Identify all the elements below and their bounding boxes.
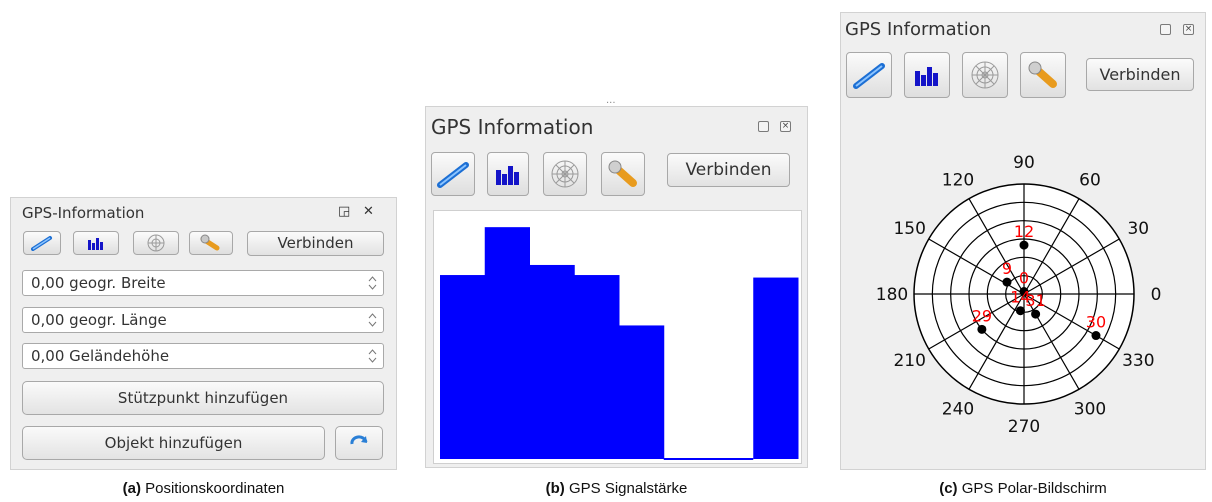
azimuth-label: 120 [942,171,974,191]
signal-strength-chart [440,227,799,460]
caption-b-letter: (b) [545,480,565,497]
azimuth-label: 0 [1151,285,1162,305]
satellite-dot [1015,306,1025,316]
polar-grid-icon [147,234,165,252]
add-vertex-button[interactable]: Stützpunkt hinzufügen [22,381,384,415]
connect-button[interactable]: Verbinden [667,153,790,187]
satellite-dot [977,324,987,334]
bar-chart-icon [496,166,519,185]
close-icon[interactable]: × [780,121,791,132]
reset-button[interactable] [335,426,383,460]
float-dock-icon[interactable] [758,121,769,132]
position-view-button[interactable] [431,152,475,196]
settings-view-button[interactable] [601,152,645,196]
wrench-icon [608,160,637,187]
azimuth-label: 270 [1008,417,1040,437]
longitude-value: 0,00 geogr. Länge [31,311,167,329]
signal-bar [529,264,575,459]
close-icon[interactable]: × [1183,24,1194,35]
satellite-id-label: 0 [1019,269,1029,288]
polar-grid-icon [551,160,579,188]
polar-grid-icon [971,61,999,89]
satellite-id-label: 12 [1014,222,1034,241]
satellite-id-label: 9 [1002,259,1012,278]
signal-view-button[interactable] [487,152,529,196]
caption-c: (c) GPS Polar-Bildschirm [840,480,1206,497]
panel-title: GPS Information [431,115,594,139]
signal-bar [753,277,799,459]
caption-c-text: GPS Polar-Bildschirm [961,480,1107,497]
polar-view-button[interactable] [962,52,1008,98]
gps-panel-signal: GPS Information × Verbinden [425,106,808,468]
close-icon[interactable]: ✕ [363,204,374,219]
pencil-icon [437,162,469,188]
signal-view-button[interactable] [73,231,119,255]
connect-button[interactable]: Verbinden [1086,58,1194,91]
azimuth-label: 60 [1079,171,1101,191]
signal-bar [484,227,530,459]
azimuth-label: 30 [1127,219,1149,239]
polar-view-button[interactable] [543,152,587,196]
add-feature-button[interactable]: Objekt hinzufügen [22,426,325,460]
azimuth-label: 90 [1013,153,1035,173]
satellite-id-label: 31 [1025,291,1045,310]
connect-button[interactable]: Verbinden [247,231,384,256]
signal-view-button[interactable] [904,52,950,98]
satellite-id-label: 29 [972,306,992,325]
azimuth-label: 330 [1122,351,1154,371]
latitude-value: 0,00 geogr. Breite [31,274,166,292]
caption-a-letter: (a) [122,480,141,497]
azimuth-label: 300 [1074,399,1106,419]
latitude-field[interactable]: 0,00 geogr. Breite [22,270,384,296]
caption-b-text: GPS Signalstärke [568,480,688,497]
settings-view-button[interactable] [1020,52,1066,98]
azimuth-label: 150 [893,219,925,239]
longitude-field[interactable]: 0,00 geogr. Länge [22,307,384,333]
refresh-icon [350,435,368,445]
wrench-icon [1028,61,1057,88]
spinner-arrows-icon[interactable] [368,311,377,329]
elevation-field[interactable]: 0,00 Geländehöhe [22,343,384,369]
pencil-icon [31,236,52,251]
panel-title: GPS Information [845,19,992,40]
settings-view-button[interactable] [189,231,233,255]
signal-bar [440,275,486,459]
azimuth-label: 240 [942,399,974,419]
azimuth-label: 210 [893,351,925,371]
satellite-dot [1091,331,1101,341]
gps-panel-polar: GPS Information × Verbinden 0 30 60 90 120 15… [840,12,1206,470]
caption-c-letter: (c) [939,480,958,497]
position-view-button[interactable] [846,52,892,98]
signal-chart-area [433,210,802,464]
satellite-dot [1002,277,1012,287]
satellite-id-label: 30 [1086,313,1106,332]
caption-a: (a) Positionskoordinaten [10,480,397,497]
signal-bar [574,275,620,459]
satellite-dot [1019,240,1029,250]
bar-chart-icon [88,238,103,250]
pencil-icon [853,63,885,89]
azimuth-label: 180 [876,285,908,305]
spinner-arrows-icon[interactable] [368,347,377,365]
satellite-dot [1031,309,1041,319]
satellite-polar-chart: 0306090120150180210240270300330129 014312… [876,153,1162,437]
signal-bar [619,325,665,459]
float-dock-icon[interactable]: ◲ [338,204,350,219]
float-dock-icon[interactable] [1160,24,1171,35]
spinner-arrows-icon[interactable] [368,274,377,292]
position-view-button[interactable] [23,231,61,255]
wrench-icon [200,234,220,251]
polar-view-button[interactable] [133,231,179,255]
panel-title: GPS-Information [22,204,145,222]
caption-a-text: Positionskoordinaten [145,480,285,497]
caption-b: (b) GPS Signalstärke [425,480,808,497]
bar-chart-icon [915,67,938,86]
elevation-value: 0,00 Geländehöhe [31,347,170,365]
